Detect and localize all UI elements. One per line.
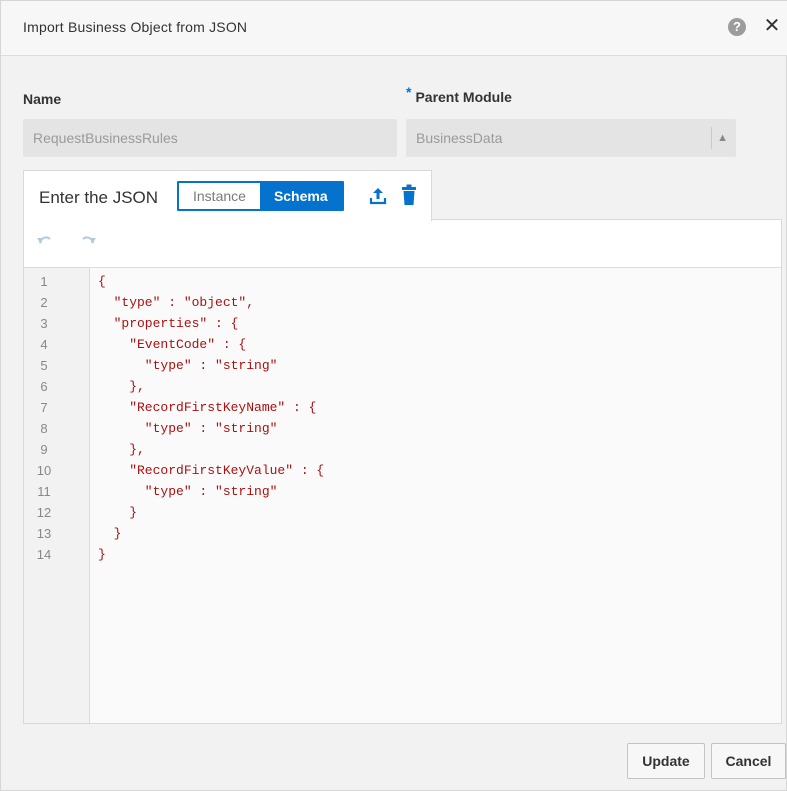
instance-mode-button[interactable]: Instance	[179, 183, 260, 209]
mode-toggle: Instance Schema	[177, 181, 344, 211]
line-number: 1	[40, 274, 48, 289]
line-number: 12	[36, 505, 52, 520]
code-line: "properties" : {	[98, 316, 239, 331]
line-number: 5	[40, 358, 48, 373]
code-line: "EventCode" : {	[98, 337, 247, 352]
line-number: 3	[40, 316, 48, 331]
close-icon[interactable]: ✕	[762, 15, 782, 37]
line-number: 7	[40, 400, 48, 415]
code-editor[interactable]: 1 2 3 4 5 6 7 8 9 10 11 12 13 14 { "type…	[24, 268, 781, 723]
code-line: },	[98, 379, 145, 394]
code-line: "type" : "object",	[98, 295, 255, 310]
line-number: 10	[36, 463, 52, 478]
code-line: "type" : "string"	[98, 358, 278, 373]
line-number: 6	[40, 379, 48, 394]
update-button[interactable]: Update	[627, 743, 705, 779]
code-line: "type" : "string"	[98, 484, 278, 499]
line-number: 9	[40, 442, 48, 457]
required-marker: *	[406, 84, 412, 100]
import-dialog: Import Business Object from JSON ? ✕ Nam…	[0, 0, 787, 791]
help-icon[interactable]: ?	[728, 18, 746, 36]
parent-module-value: BusinessData	[416, 130, 503, 146]
code-line: }	[98, 505, 138, 520]
code-line: "type" : "string"	[98, 421, 278, 436]
line-number: 14	[36, 547, 52, 562]
upload-icon[interactable]	[368, 186, 388, 206]
parent-module-label-text: Parent Module	[415, 89, 512, 105]
line-number: 4	[40, 337, 48, 352]
dialog-title: Import Business Object from JSON	[23, 19, 248, 35]
parent-module-select[interactable]: BusinessData ▲	[406, 119, 736, 157]
line-number: 2	[40, 295, 48, 310]
code-line: "RecordFirstKeyName" : {	[98, 400, 317, 415]
code-line: "RecordFirstKeyValue" : {	[98, 463, 325, 478]
line-number: 11	[37, 484, 51, 499]
name-field[interactable]: RequestBusinessRules	[23, 119, 397, 157]
redo-icon[interactable]	[81, 233, 97, 245]
parent-module-label: * Parent Module	[406, 84, 512, 105]
code-line: }	[98, 547, 106, 562]
cancel-button[interactable]: Cancel	[711, 743, 786, 779]
dialog-titlebar: Import Business Object from JSON ? ✕	[1, 1, 787, 56]
name-label: Name	[23, 91, 62, 107]
code-line: {	[98, 274, 106, 289]
json-tab-label: Enter the JSON	[39, 188, 159, 207]
code-line: }	[98, 526, 122, 541]
code-line: },	[98, 442, 145, 457]
select-arrows-icon: ▲	[717, 132, 728, 144]
select-divider	[711, 127, 712, 149]
trash-icon[interactable]	[401, 184, 417, 206]
line-number: 8	[40, 421, 48, 436]
line-number: 13	[36, 526, 52, 541]
line-number-gutter: 1 2 3 4 5 6 7 8 9 10 11 12 13 14	[24, 268, 90, 723]
schema-mode-button[interactable]: Schema	[259, 183, 342, 209]
undo-icon[interactable]	[36, 233, 52, 245]
